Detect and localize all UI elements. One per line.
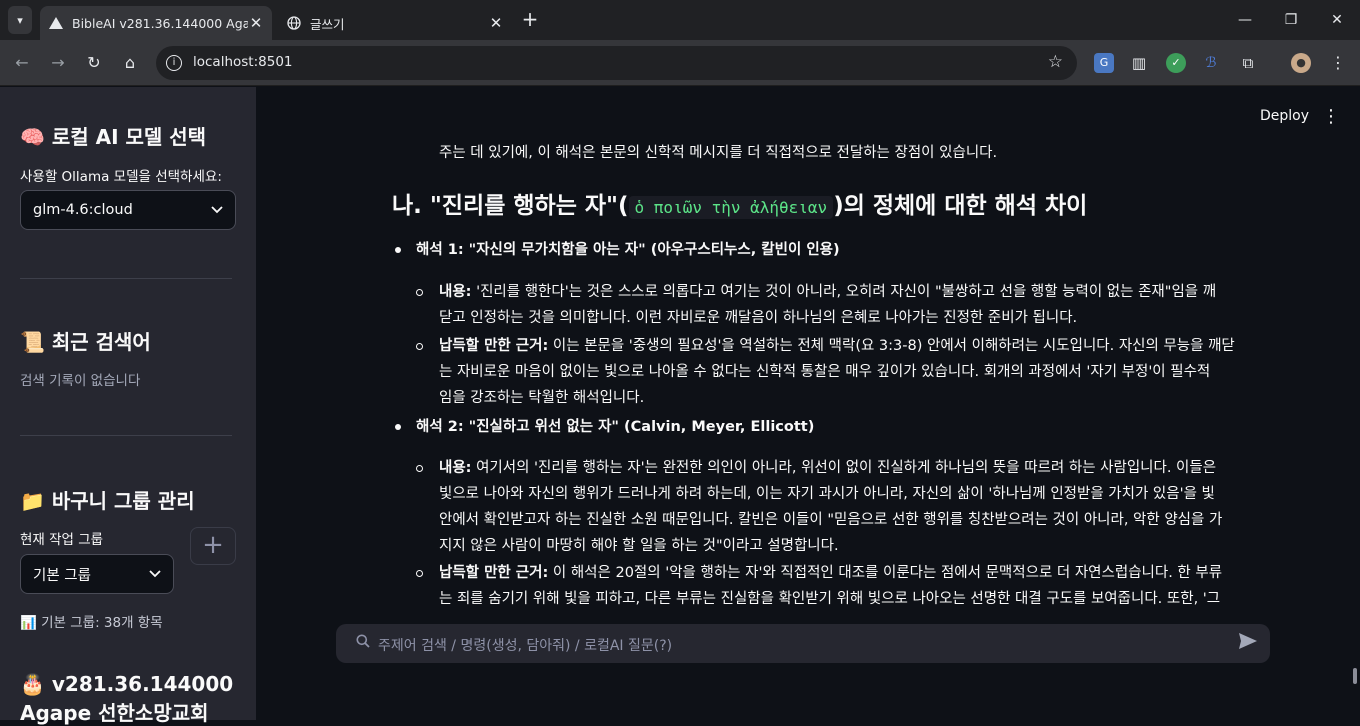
- sidebar: 🧠 로컬 AI 모델 선택 사용할 Ollama 모델을 선택하세요: glm-…: [0, 87, 256, 725]
- chevron-down-icon: [211, 203, 223, 217]
- extension-blue-icon[interactable]: ℬ: [1201, 53, 1221, 73]
- plus-icon: +: [202, 530, 224, 560]
- content-line: 안에서 확인받고자 하는 진실한 소원 때문입니다. 칼빈은 이들이 "믿음으로…: [439, 512, 1223, 528]
- heading-prefix: 나. "진리를 행하는 자"(: [392, 193, 629, 219]
- close-tab-icon[interactable]: ✕: [488, 14, 504, 32]
- add-group-button[interactable]: +: [190, 527, 236, 565]
- close-tab-icon[interactable]: ✕: [248, 14, 264, 32]
- group-select-value: 기본 그룹: [33, 567, 91, 584]
- reason-label: 납득할 만한 근거:: [439, 338, 549, 354]
- sidebar-divider: [20, 435, 232, 436]
- sub-bullet-icon: [416, 570, 423, 577]
- forward-arrow-icon[interactable]: →: [46, 51, 70, 75]
- url-text: localhost:8501: [193, 54, 293, 70]
- recent-section-heading: 📜 최근 검색어: [20, 330, 151, 354]
- tab-bibleai[interactable]: BibleAI v281.36.144000 Agape ✕: [40, 6, 272, 40]
- close-window-icon[interactable]: ✕: [1322, 8, 1352, 32]
- reload-icon[interactable]: ↻: [82, 51, 106, 75]
- intro-text: 주는 데 있기에, 이 해석은 본문의 신학적 메시지를 더 직접적으로 전달하…: [439, 145, 998, 161]
- reason-line: 는 죄를 숨기기 위해 빛을 피하고, 다른 부류는 진실함을 확인받기 위해 …: [439, 591, 1221, 607]
- interpretation-1-content: 내용: '진리를 행한다'는 것은 스스로 의롭다고 여기는 것이 아니라, 오…: [439, 279, 1216, 331]
- minimize-icon[interactable]: —: [1230, 8, 1260, 32]
- tab-title: 글쓰기: [310, 16, 345, 32]
- reason-line: 임을 강조하는 탁월한 해석입니다.: [439, 390, 645, 406]
- search-icon: [356, 634, 370, 652]
- interpretation-2-reason: 납득할 만한 근거: 이 해석은 20절의 '악을 행하는 자'와 직접적인 대…: [439, 560, 1222, 612]
- new-tab-button[interactable]: +: [520, 9, 540, 29]
- reason-line: 이는 본문을 '중생의 필요성'을 역설하는 전체 맥락(요 3:3-8) 안에…: [548, 338, 1235, 354]
- content-label: 내용:: [439, 460, 472, 476]
- reading-list-icon[interactable]: ▥: [1129, 53, 1149, 73]
- content-line: 여기서의 '진리를 행하는 자'는 완전한 의인이 아니라, 위선이 없이 진실…: [471, 460, 1217, 476]
- extensions-puzzle-icon[interactable]: ⧉: [1238, 53, 1258, 73]
- bullet-icon: [395, 247, 401, 253]
- back-arrow-icon[interactable]: ←: [10, 51, 34, 75]
- browser-tab-strip: ▾ BibleAI v281.36.144000 Agape ✕ 글쓰기 ✕ +…: [0, 0, 1360, 40]
- site-info-icon[interactable]: i: [166, 55, 182, 71]
- deploy-button[interactable]: Deploy: [1260, 108, 1309, 124]
- sub-bullet-icon: [416, 343, 423, 350]
- model-section-heading: 🧠 로컬 AI 모델 선택: [20, 125, 207, 149]
- model-select[interactable]: glm-4.6:cloud: [20, 190, 236, 230]
- app-menu-icon[interactable]: ⋮: [1322, 106, 1340, 127]
- main-content: Deploy ⋮ 주는 데 있기에, 이 해석은 본문의 신학적 메시지를 더 …: [256, 87, 1360, 720]
- streamlit-favicon-icon: [48, 15, 64, 31]
- bullet-icon: [395, 424, 401, 430]
- content-line: 지지 않은 사람이 마땅히 해야 할 일을 하는 것"이라고 설명합니다.: [439, 538, 839, 554]
- interpretation-1-reason: 납득할 만한 근거: 이는 본문을 '중생의 필요성'을 역설하는 전체 맥락(…: [439, 333, 1235, 411]
- profile-avatar-icon[interactable]: ●: [1291, 53, 1311, 73]
- tab-search-button[interactable]: ▾: [8, 6, 32, 34]
- browser-menu-icon[interactable]: ⋮: [1328, 53, 1348, 73]
- sub-bullet-icon: [416, 465, 423, 472]
- reason-line: 는 자비로운 마음이 없이는 빛으로 나아올 수 없다는 신학적 통찰은 매우 …: [439, 364, 1211, 380]
- version-text: 🎂 v281.36.144000: [20, 672, 234, 696]
- extension-green-icon[interactable]: ✓: [1166, 53, 1186, 73]
- content-line: 닫고 인정하는 것을 의미합니다. 이런 자비로운 깨달음이 하나님의 은혜로 …: [439, 310, 1078, 326]
- content-label: 내용:: [439, 284, 472, 300]
- recent-empty-text: 검색 기록이 없습니다: [20, 373, 141, 389]
- tab-title: BibleAI v281.36.144000 Agape: [72, 15, 248, 31]
- church-name-text: Agape 선한소망교회: [20, 701, 209, 725]
- interpretation-2-content: 내용: 여기서의 '진리를 행하는 자'는 완전한 의인이 아니라, 위선이 없…: [439, 455, 1222, 559]
- home-icon[interactable]: ⌂: [118, 51, 142, 75]
- group-select-label: 현재 작업 그룹: [20, 532, 104, 548]
- content-line: '진리를 행한다'는 것은 스스로 의롭다고 여기는 것이 아니라, 오히려 자…: [471, 284, 1217, 300]
- model-select-label: 사용할 Ollama 모델을 선택하세요:: [20, 169, 222, 185]
- greek-phrase: ὁ ποιῶν τὴν ἀλήθειαν: [628, 196, 834, 219]
- translate-extension-icon[interactable]: G: [1094, 53, 1114, 73]
- tab-writing[interactable]: 글쓰기 ✕: [278, 6, 512, 40]
- reason-line: 이 해석은 20절의 '악을 행하는 자'와 직접적인 대조를 이룬다는 점에서…: [548, 565, 1223, 581]
- chat-input-placeholder: 주제어 검색 / 명령(생성, 담아줘) / 로컬AI 질문(?): [378, 638, 673, 654]
- model-select-value: glm-4.6:cloud: [33, 202, 133, 218]
- address-bar[interactable]: i localhost:8501 ☆: [156, 46, 1077, 80]
- bookmark-star-icon[interactable]: ☆: [1048, 52, 1063, 72]
- group-count-text: 📊 기본 그룹: 38개 항목: [20, 615, 163, 631]
- content-line: 빛으로 나아와 자신의 행위가 드러나게 하려 하는데, 이는 자기 과시가 아…: [439, 486, 1215, 502]
- send-icon[interactable]: [1238, 632, 1258, 655]
- section-heading: 나. "진리를 행하는 자"(ὁ ποιῶν τὴν ἀλήθειαν)의 정체…: [392, 186, 1087, 220]
- globe-icon: [286, 15, 302, 31]
- sidebar-divider: [20, 278, 232, 279]
- interpretation-1-title: 해석 1: "자신의 무가치함을 아는 자" (아우구스티누스, 칼빈이 인용): [416, 242, 840, 258]
- chat-input[interactable]: 주제어 검색 / 명령(생성, 담아줘) / 로컬AI 질문(?): [336, 624, 1270, 663]
- restore-icon[interactable]: ❐: [1276, 8, 1306, 32]
- chevron-down-icon: [149, 567, 161, 581]
- group-select[interactable]: 기본 그룹: [20, 554, 174, 594]
- browser-toolbar: ← → ↻ ⌂ i localhost:8501 ☆ G ▥ ✓ ℬ ⧉ ● ⋮: [0, 40, 1360, 86]
- sub-bullet-icon: [416, 289, 423, 296]
- chevron-down-icon: ▾: [17, 13, 23, 27]
- heading-suffix: )의 정체에 대한 해석 차이: [833, 193, 1088, 219]
- interpretation-2-title: 해석 2: "진실하고 위선 없는 자" (Calvin, Meyer, Ell…: [416, 419, 815, 435]
- reason-label: 납득할 만한 근거:: [439, 565, 549, 581]
- scrollbar-thumb[interactable]: [1353, 668, 1357, 684]
- basket-section-heading: 📁 바구니 그룹 관리: [20, 489, 195, 513]
